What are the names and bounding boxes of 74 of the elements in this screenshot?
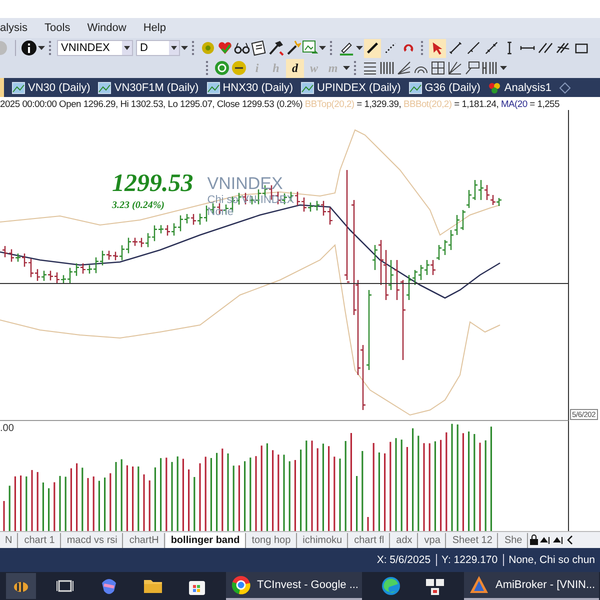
menu-item[interactable]: Help bbox=[143, 22, 166, 34]
fan-icon[interactable] bbox=[396, 60, 412, 76]
cursor-tool-button[interactable] bbox=[429, 38, 446, 58]
cursor-icon bbox=[430, 40, 445, 56]
overflow-caret-icon[interactable] bbox=[500, 65, 507, 71]
list-icon[interactable] bbox=[362, 60, 378, 76]
dropdown-caret-icon bbox=[171, 46, 177, 50]
analysis-icon bbox=[488, 82, 502, 94]
chart-window-icon bbox=[206, 82, 220, 94]
wand-icon[interactable] bbox=[285, 40, 301, 56]
triangle-logo-icon bbox=[468, 574, 490, 596]
zoom-out-icon[interactable] bbox=[231, 60, 247, 76]
chart-window-icon bbox=[98, 82, 112, 94]
image-export-icon[interactable] bbox=[302, 40, 318, 56]
line-tool-button[interactable] bbox=[364, 38, 381, 58]
menu-item[interactable]: Window bbox=[87, 22, 126, 34]
scroll-up-icon[interactable] bbox=[540, 534, 552, 546]
chart-tab[interactable]: G36 (Daily) bbox=[408, 82, 480, 94]
new-tab-icon[interactable] bbox=[559, 82, 572, 94]
menu-item[interactable]: Tools bbox=[44, 22, 70, 34]
chart-window-icon bbox=[12, 82, 25, 94]
overflow-caret-icon[interactable] bbox=[181, 45, 188, 51]
gear-icon[interactable] bbox=[200, 40, 216, 56]
parallel-icon bbox=[538, 40, 553, 56]
taskbar-window-button[interactable]: TCInvest - Google ... bbox=[226, 572, 362, 600]
interval-button[interactable]: d bbox=[286, 58, 304, 78]
status-text: None, Chi so chun bbox=[502, 554, 600, 566]
chart-tab[interactable]: Analysis1 bbox=[488, 82, 552, 94]
chart-tab[interactable]: UPINDEX (Daily) bbox=[301, 82, 401, 94]
chart-tab[interactable]: HNX30 (Daily) bbox=[206, 82, 294, 94]
symbol-title: VNINDEX bbox=[207, 174, 284, 194]
volume-axis-label: .00 bbox=[0, 423, 14, 434]
pen-icon bbox=[339, 40, 354, 56]
status-text: X: 5/6/2025 bbox=[376, 554, 432, 566]
hammer-icon[interactable] bbox=[268, 40, 284, 56]
zoom-in-icon[interactable] bbox=[214, 60, 230, 76]
segment-icon bbox=[448, 40, 463, 56]
bars-icon[interactable] bbox=[481, 60, 499, 76]
fan-lines-icon[interactable] bbox=[447, 60, 463, 76]
taskbar-window-button[interactable]: AmiBroker - [VNIN... bbox=[464, 572, 600, 600]
status-text: Y: 1229.170 bbox=[436, 554, 503, 566]
overflow-caret-icon[interactable] bbox=[343, 65, 350, 71]
dropdown-caret-icon bbox=[124, 46, 130, 50]
last-price: 1299.53 bbox=[112, 170, 194, 198]
browser-icon bbox=[380, 575, 402, 597]
overflow-caret-icon[interactable] bbox=[38, 45, 45, 51]
chevron-left-icon[interactable] bbox=[566, 534, 574, 546]
callout-icon[interactable] bbox=[464, 60, 480, 76]
channel-icon bbox=[556, 40, 571, 56]
symbol-combo[interactable]: VNINDEX bbox=[57, 40, 133, 56]
grid-icon[interactable] bbox=[430, 60, 446, 76]
info-icon[interactable] bbox=[21, 40, 37, 56]
interval-combo[interactable]: D bbox=[136, 40, 180, 56]
scroll-down-icon[interactable] bbox=[553, 534, 566, 546]
chart-tab[interactable]: VN30 (Daily) bbox=[12, 82, 90, 94]
lock-icon[interactable] bbox=[529, 534, 540, 546]
heart-icon[interactable] bbox=[217, 40, 233, 56]
chart-window-icon bbox=[408, 82, 422, 94]
overflow-caret-icon[interactable] bbox=[319, 45, 326, 51]
chart-tab[interactable]: VN30F1M (Daily) bbox=[98, 82, 199, 94]
vertical-lines-icon[interactable] bbox=[379, 60, 395, 76]
quote-info-line: 2025 00:00:00 Open 1296.29, Hi 1302.53, Lo 1295.07, Close 1299.53 (0.2%) BBTop(20,2) = 1,329.39, BBBot(20,2) = 1,181.24, MA(20 = 1,255 bbox=[0, 97, 560, 110]
taskbar-icon-button[interactable] bbox=[6, 573, 36, 599]
glasses-icon[interactable] bbox=[234, 40, 250, 56]
chart-window-icon bbox=[301, 82, 314, 94]
ray-icon bbox=[466, 40, 481, 56]
sheet-tab[interactable]: bollinger band bbox=[166, 532, 246, 548]
dropdown-caret-icon[interactable] bbox=[356, 45, 363, 51]
extended-icon bbox=[484, 40, 499, 56]
menu-item[interactable]: alysis bbox=[0, 22, 28, 34]
line-icon bbox=[365, 40, 380, 56]
document-icon[interactable] bbox=[251, 40, 267, 56]
price-change: 3.23 (0.24%) bbox=[112, 200, 166, 211]
browser-icon bbox=[230, 574, 252, 596]
